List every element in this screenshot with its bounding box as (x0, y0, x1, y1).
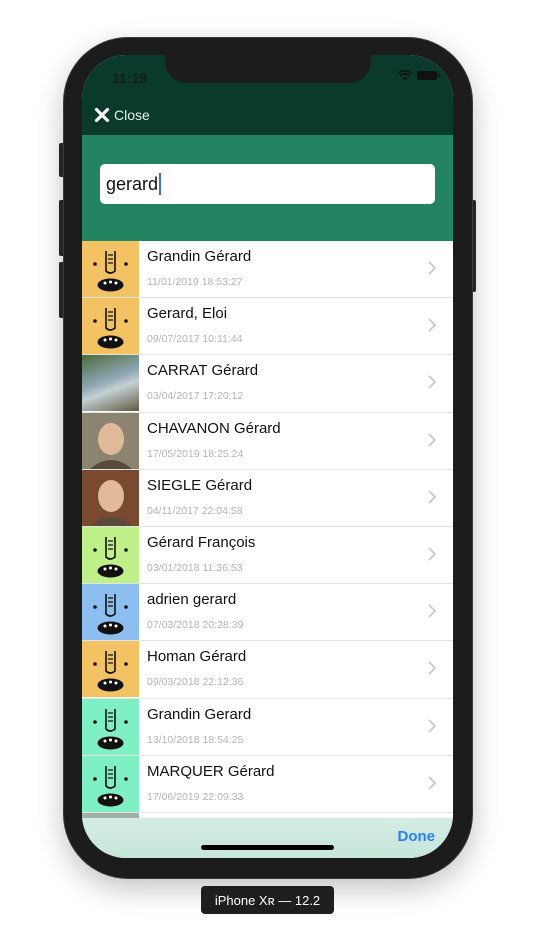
cartoon-face-icon (93, 251, 128, 292)
status-time: 11:19 (112, 70, 148, 86)
bottom-toolbar: Done (82, 818, 453, 858)
close-label: Close (114, 107, 150, 123)
contact-row[interactable]: Homan Gérard 09/03/2018 22:12:36 (82, 641, 453, 699)
contact-name: Homan Gérard (147, 648, 247, 666)
text-caret (159, 173, 162, 195)
chevron-right-icon (428, 375, 436, 389)
contact-date: 09/07/2017 10:11:44 (147, 333, 243, 346)
contact-name: Grandin Gérard (147, 248, 252, 265)
contact-row[interactable]: Gérard François 03/01/2018 11:36:53 (82, 526, 453, 585)
chevron-right-icon (428, 318, 436, 332)
contact-row[interactable]: CARRAT Gérard 03/04/2017 17:20:12 (82, 355, 453, 413)
contact-name: SIEGLE Gérard (147, 476, 253, 494)
contact-date: 04/11/2017 22:04:58 (147, 504, 243, 517)
chevron-right-icon (428, 547, 436, 561)
photo-avatar (82, 412, 139, 469)
cartoon-avatar (82, 298, 139, 355)
cartoon-face-icon (93, 651, 128, 692)
cartoon-avatar (82, 755, 139, 812)
contact-row[interactable]: MARQUER Gérard 17/06/2019 22:09:33 (82, 755, 453, 813)
contact-list: Grandin Gérard 11/01/2019 18:53:27 Gerar… (82, 241, 453, 858)
close-button[interactable]: Close (94, 107, 150, 123)
contact-row[interactable]: CHAVANON Gérard 17/05/2019 18:25:24 (82, 412, 453, 470)
chevron-right-icon (428, 719, 436, 732)
search-input-value: gerard (106, 173, 159, 194)
contact-date: 07/03/2018 20:28:39 (147, 619, 244, 632)
chevron-right-icon (428, 661, 436, 675)
contact-name: adrien gerard (147, 591, 237, 609)
search-area: gerard (82, 135, 453, 241)
notch (165, 55, 371, 83)
chevron-right-icon (428, 433, 436, 446)
contact-name: Grandin Gerard (147, 705, 252, 723)
contact-row[interactable]: SIEGLE Gérard 04/11/2017 22:04:58 (82, 469, 453, 527)
contact-date: 17/05/2019 18:25:24 (147, 447, 244, 460)
photo-avatar (82, 469, 139, 526)
phone-screen: 11:19 ···· Close gerard Grandin Gérard 1… (82, 55, 453, 858)
contact-name: MARQUER Gérard (147, 762, 275, 780)
simulator-device-label: iPhone Xʀ — 12.2 (201, 886, 334, 914)
cartoon-face-icon (93, 708, 128, 749)
chevron-right-icon (428, 604, 436, 618)
cellular-signal-icon: ···· (377, 70, 393, 80)
contact-name: CARRAT Gérard (147, 362, 259, 380)
chevron-right-icon (428, 490, 436, 504)
home-indicator[interactable] (201, 845, 334, 850)
contact-row[interactable]: Gerard, Eloi 09/07/2017 10:11:44 (82, 298, 453, 356)
wifi-icon (397, 69, 413, 81)
contact-date: 09/03/2018 22:12:36 (147, 676, 244, 689)
chevron-right-icon (428, 261, 436, 275)
contact-name: Gerard, Eloi (147, 305, 228, 323)
contact-name: CHAVANON Gérard (147, 419, 281, 437)
close-icon (94, 107, 110, 123)
cartoon-face-icon (93, 308, 128, 349)
cartoon-avatar (82, 241, 139, 297)
cartoon-avatar (82, 584, 139, 641)
contact-row[interactable]: adrien gerard 07/03/2018 20:28:39 (82, 584, 453, 642)
cartoon-avatar (82, 526, 139, 583)
status-indicators: ···· (377, 69, 440, 81)
simulator-stage: 11:19 ···· Close gerard Grandin Gérard 1… (0, 0, 535, 950)
contact-row[interactable]: Grandin Gérard 11/01/2019 18:53:27 (82, 241, 453, 299)
done-button[interactable]: Done (398, 828, 436, 845)
cartoon-face-icon (93, 536, 128, 578)
contact-name: Gérard François (147, 533, 256, 551)
person-photo (82, 469, 139, 526)
search-input[interactable]: gerard (100, 164, 435, 204)
contact-row[interactable]: Grandin Gerard 13/10/2018 18:54:25 (82, 698, 453, 756)
contact-date: 03/01/2018 11:36:53 (147, 561, 243, 574)
chevron-right-icon (428, 776, 436, 790)
cartoon-face-icon (93, 765, 128, 807)
contact-date: 17/06/2019 22:09:33 (147, 790, 244, 803)
contact-date: 11/01/2019 18:53:27 (147, 276, 243, 288)
battery-icon (417, 70, 440, 80)
cartoon-face-icon (93, 594, 128, 635)
cartoon-avatar (82, 698, 139, 755)
navigation-bar: 11:19 ···· Close (82, 55, 453, 135)
photo-avatar (82, 355, 139, 412)
contact-date: 03/04/2017 17:20:12 (147, 390, 244, 403)
cartoon-avatar (82, 641, 139, 698)
contact-date: 13/10/2018 18:54:25 (147, 733, 244, 746)
person-photo (82, 412, 139, 469)
